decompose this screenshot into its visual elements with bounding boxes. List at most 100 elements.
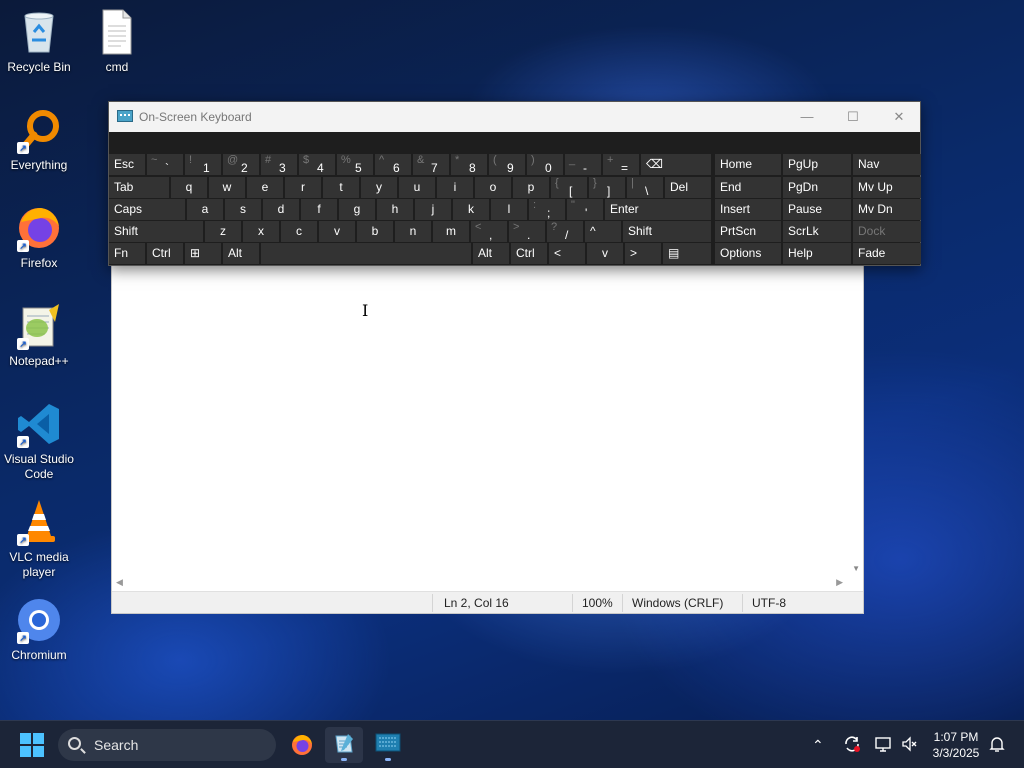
key-z[interactable]: z: [205, 221, 241, 242]
scroll-right-arrow-icon[interactable]: ▶: [836, 577, 843, 588]
key-w[interactable]: w: [209, 177, 245, 198]
key-alt[interactable]: Alt: [223, 243, 259, 264]
key-9[interactable]: * 8: [451, 154, 487, 175]
key-pause[interactable]: Pause: [783, 199, 851, 220]
key-s[interactable]: s: [225, 199, 261, 220]
key-f[interactable]: f: [301, 199, 337, 220]
key-caps[interactable]: Caps: [109, 199, 185, 220]
key-mv-up[interactable]: Mv Up: [853, 177, 921, 198]
key-11[interactable]: {[: [551, 177, 587, 198]
key-shift[interactable]: Shift: [623, 221, 711, 242]
key-ctrl[interactable]: Ctrl: [511, 243, 547, 264]
key-scrlk[interactable]: ScrLk: [783, 221, 851, 242]
key-esc[interactable]: Esc: [109, 154, 145, 175]
key-7[interactable]: ^ 6: [375, 154, 411, 175]
key-j[interactable]: j: [415, 199, 451, 220]
horizontal-scrollbar[interactable]: ◀ ▶: [112, 575, 847, 591]
desktop-icon-firefox[interactable]: ↗ Firefox: [0, 204, 78, 271]
network-icon[interactable]: [874, 735, 892, 768]
key-insert[interactable]: Insert: [715, 199, 781, 220]
key-fade[interactable]: Fade: [853, 243, 921, 264]
key-o[interactable]: o: [475, 177, 511, 198]
key-10[interactable]: :;: [529, 199, 565, 220]
key-q[interactable]: q: [171, 177, 207, 198]
key-v[interactable]: v: [319, 221, 355, 242]
key-13[interactable]: | \: [627, 177, 663, 198]
key-pgup[interactable]: PgUp: [783, 154, 851, 175]
key-prtscn[interactable]: PrtScn: [715, 221, 781, 242]
desktop-icon-vlc[interactable]: ↗ VLC media player: [0, 498, 78, 580]
desktop-icon-vscode[interactable]: ↗ Visual Studio Code: [0, 400, 78, 482]
osk-title-bar[interactable]: On-Screen Keyboard — ☐ ✕: [109, 102, 920, 132]
taskbar-on-screen-keyboard[interactable]: [369, 727, 407, 763]
key-6[interactable]: % 5: [337, 154, 373, 175]
key-p[interactable]: p: [513, 177, 549, 198]
minimize-button[interactable]: —: [784, 102, 830, 132]
key-ctrl[interactable]: Ctrl: [147, 243, 183, 264]
key-10[interactable]: (9: [489, 154, 525, 175]
key-b[interactable]: b: [357, 221, 393, 242]
key-8[interactable]: & 7: [413, 154, 449, 175]
desktop-icon-recycle-bin[interactable]: Recycle Bin: [0, 8, 78, 75]
key-options[interactable]: Options: [715, 243, 781, 264]
key-13[interactable]: + =: [603, 154, 639, 175]
key-c[interactable]: c: [281, 221, 317, 242]
key-x[interactable]: x: [243, 221, 279, 242]
key-n[interactable]: n: [395, 221, 431, 242]
key-end[interactable]: End: [715, 177, 781, 198]
key->[interactable]: >: [625, 243, 661, 264]
key-<[interactable]: <: [549, 243, 585, 264]
key-^[interactable]: ^: [585, 221, 621, 242]
taskbar-search-box[interactable]: Search: [58, 729, 276, 761]
desktop-icon-everything[interactable]: ↗ Everything: [0, 106, 78, 173]
key-9[interactable]: >.: [509, 221, 545, 242]
key-alt[interactable]: Alt: [473, 243, 509, 264]
show-hidden-icons-chevron-icon[interactable]: ⌃: [812, 737, 824, 768]
key-fn[interactable]: Fn: [109, 243, 145, 264]
taskbar-clock[interactable]: 1:07 PM 3/3/2025: [924, 729, 988, 761]
key-help[interactable]: Help: [783, 243, 851, 264]
key-1[interactable]: ~ `: [147, 154, 183, 175]
key-del[interactable]: Del: [665, 177, 711, 198]
desktop-icon-chromium[interactable]: ↗ Chromium: [0, 596, 78, 663]
key-home[interactable]: Home: [715, 154, 781, 175]
key-i[interactable]: i: [437, 177, 473, 198]
taskbar-firefox[interactable]: [283, 727, 321, 763]
key-4[interactable]: #3: [261, 154, 297, 175]
key-dock[interactable]: Dock: [853, 221, 921, 242]
key-tab[interactable]: Tab: [109, 177, 169, 198]
desktop-icon-cmd[interactable]: cmd: [78, 8, 156, 75]
key-mv-dn[interactable]: Mv Dn: [853, 199, 921, 220]
key-shift[interactable]: Shift: [109, 221, 203, 242]
key-r[interactable]: r: [285, 177, 321, 198]
key-pgdn[interactable]: PgDn: [783, 177, 851, 198]
key-2[interactable]: ! 1: [185, 154, 221, 175]
desktop-icon-notepad-plus-plus[interactable]: ↗ Notepad++: [0, 302, 78, 369]
key-▤[interactable]: ▤: [663, 243, 711, 264]
key-10[interactable]: ? /: [547, 221, 583, 242]
key-a[interactable]: a: [187, 199, 223, 220]
key-11[interactable]: " ': [567, 199, 603, 220]
key-l[interactable]: l: [491, 199, 527, 220]
notepad-text-area[interactable]: [112, 263, 863, 575]
key-k[interactable]: k: [453, 199, 489, 220]
start-button[interactable]: [20, 733, 44, 757]
key-d[interactable]: d: [263, 199, 299, 220]
key-t[interactable]: t: [323, 177, 359, 198]
key-e[interactable]: e: [247, 177, 283, 198]
key-12[interactable]: }]: [589, 177, 625, 198]
key-y[interactable]: y: [361, 177, 397, 198]
key-m[interactable]: m: [433, 221, 469, 242]
key-enter[interactable]: Enter: [605, 199, 711, 220]
key-3[interactable]: @2: [223, 154, 259, 175]
scroll-left-arrow-icon[interactable]: ◀: [116, 577, 123, 588]
maximize-button[interactable]: ☐: [830, 102, 876, 132]
key-⌫[interactable]: ⌫: [641, 154, 711, 175]
key-8[interactable]: <,: [471, 221, 507, 242]
notification-bell-icon[interactable]: [988, 735, 1006, 768]
key-12[interactable]: _ -: [565, 154, 601, 175]
key-v[interactable]: v: [587, 243, 623, 264]
key-g[interactable]: g: [339, 199, 375, 220]
volume-muted-icon[interactable]: [901, 735, 919, 768]
key-space[interactable]: [261, 243, 471, 264]
